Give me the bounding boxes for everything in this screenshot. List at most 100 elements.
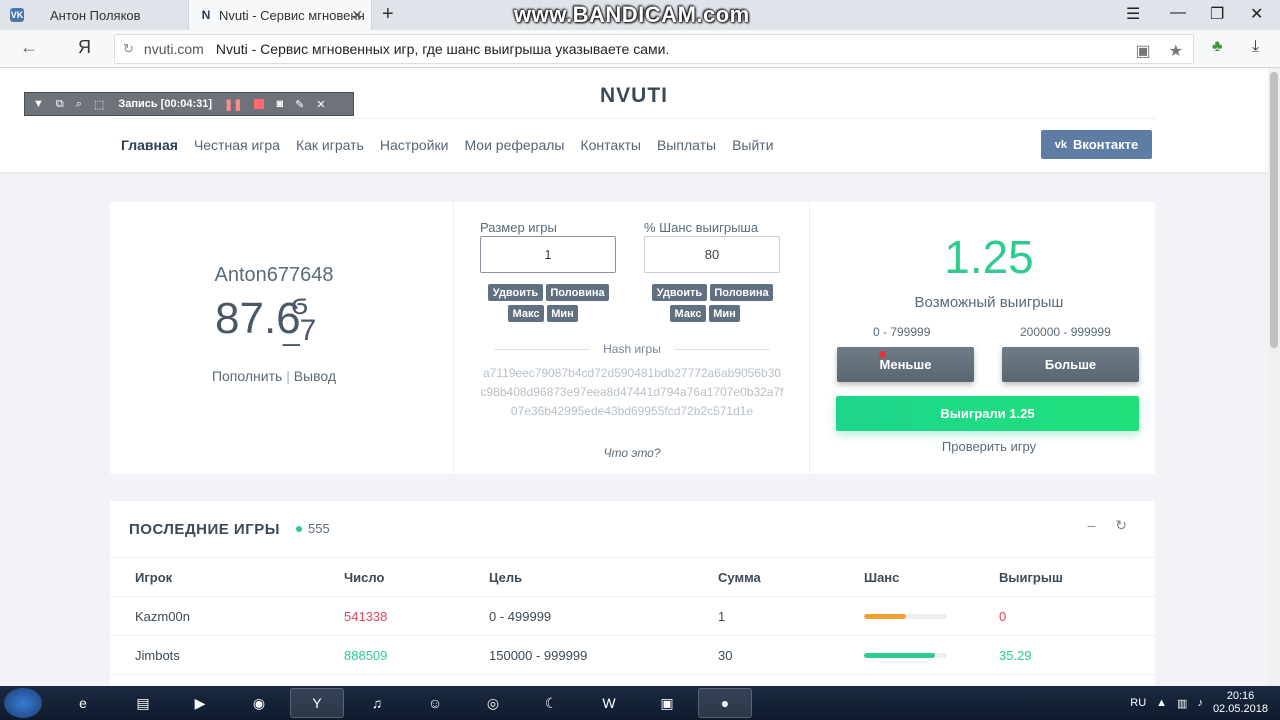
vk-button-label: Вконтакте — [1073, 137, 1139, 152]
search-icon[interactable]: ⌕ — [76, 98, 82, 111]
url-field[interactable]: ↻ nvuti.com Nvuti - Сервис мгновенных иг… — [114, 34, 1194, 64]
tray-expand-icon[interactable]: ▲ — [1156, 697, 1167, 709]
extension-icon[interactable]: ♣ — [1212, 38, 1223, 56]
protect-icon[interactable]: ▣ — [1136, 41, 1151, 61]
result-value: 1.25 — [1009, 406, 1035, 421]
multiplier: 1.25 — [944, 231, 1034, 283]
url-page-title: Nvuti - Сервис мгновенных игр, где шанс … — [215, 41, 670, 57]
close-window-icon[interactable]: ✕ — [1250, 4, 1263, 24]
row-player: Jimbots — [135, 648, 180, 663]
camera-icon[interactable]: ◙ — [276, 98, 283, 110]
back-arrow-icon[interactable]: ← — [20, 37, 38, 58]
table-row: Kazm00n 541338 0 - 499999 1 0 — [110, 597, 1155, 636]
bet-half-button[interactable]: Половина — [546, 284, 609, 301]
minimize-icon[interactable]: — — [1170, 4, 1186, 22]
collapse-icon[interactable]: – — [1087, 517, 1095, 534]
chance-max-button[interactable]: Макс — [670, 305, 706, 322]
language-indicator[interactable]: RU — [1130, 697, 1146, 709]
vk-button[interactable]: vk Вконтакте — [1041, 130, 1152, 159]
terminal-icon[interactable]: ▣ — [640, 688, 694, 718]
row-number: 888509 — [344, 648, 388, 663]
nav-how-to-play[interactable]: Как играть — [296, 137, 364, 153]
username: Anton677648 — [214, 264, 334, 286]
bet-min-button[interactable]: Мин — [547, 305, 578, 322]
game-hash: a7119eec79087b4cd72d590481bdb27772a6ab90… — [480, 366, 784, 418]
window-icon[interactable]: ⧉ — [56, 98, 64, 111]
tab-label: Антон Поляков — [50, 7, 141, 23]
nav-referrals[interactable]: Мои рефералы — [464, 137, 564, 153]
nav-logout[interactable]: Выйти — [732, 137, 773, 153]
start-button[interactable] — [4, 688, 42, 718]
nav-fair-game[interactable]: Честная игра — [194, 137, 280, 153]
chance-min-button[interactable]: Мин — [709, 305, 740, 322]
music-app-icon[interactable]: ♫ — [350, 688, 404, 718]
close-icon[interactable]: ✕ — [316, 98, 325, 111]
region-icon[interactable]: ⬚ — [94, 98, 104, 111]
page-scrollbar[interactable] — [1268, 68, 1280, 686]
game-card: Anton677648 87.6 ϭ _7 Пополнить | Вывод … — [110, 202, 1155, 474]
bet-size-input[interactable]: 1 — [480, 236, 616, 273]
yandex-logo[interactable]: Я — [78, 37, 91, 58]
page-content: NVUTI Главная Честная игра Как играть На… — [0, 68, 1268, 686]
row-chance-bar — [864, 614, 947, 619]
bandicam-record-icon[interactable]: ● — [698, 688, 752, 718]
refresh-icon[interactable]: ↻ — [1115, 517, 1127, 534]
more-button[interactable]: Больше — [1002, 347, 1139, 382]
result-banner: Выиграли 1.25 — [836, 396, 1139, 431]
yandex-browser-icon[interactable]: Y — [290, 688, 344, 718]
dropdown-icon[interactable]: ▼ — [33, 98, 44, 110]
tab-vk[interactable]: VK Антон Поляков — [0, 0, 186, 30]
connection-icon[interactable]: ↻ — [123, 41, 134, 57]
scrollbar-thumb[interactable] — [1270, 72, 1278, 348]
row-number: 541338 — [344, 609, 388, 624]
volume-icon[interactable]: ♪ — [1197, 697, 1203, 709]
bet-max-button[interactable]: Макс — [508, 305, 544, 322]
explorer-icon[interactable]: ▤ — [116, 688, 170, 718]
nav-home[interactable]: Главная — [121, 137, 178, 153]
less-button[interactable]: Меньше — [837, 347, 974, 382]
withdraw-link[interactable]: Вывод — [294, 368, 336, 384]
restore-icon[interactable]: ❐ — [1210, 4, 1224, 24]
header-win: Выигрыш — [999, 570, 1063, 585]
tab-nvuti[interactable]: N Nvuti - Сервис мгновенн ✕ — [188, 0, 372, 30]
close-tab-icon[interactable]: ✕ — [351, 7, 363, 24]
game-face-icon[interactable]: ☺ — [408, 688, 462, 718]
row-chance-bar — [864, 653, 947, 658]
chance-input[interactable]: 80 — [644, 236, 780, 273]
table-row: Jimbots 888509 150000 - 999999 30 35.29 — [110, 636, 1155, 675]
bookmark-star-icon[interactable]: ★ — [1169, 41, 1183, 61]
media-player-icon[interactable]: ▶ — [173, 688, 227, 718]
menu-icon[interactable]: ☰ — [1126, 4, 1140, 24]
chrome-icon[interactable]: ◉ — [232, 688, 286, 718]
bet-double-button[interactable]: Удвоить — [488, 284, 543, 301]
nav-payouts[interactable]: Выплаты — [657, 137, 716, 153]
what-is-this-link[interactable]: Что это? — [454, 446, 810, 460]
nav-settings[interactable]: Настройки — [380, 137, 449, 153]
header-number: Число — [344, 570, 385, 585]
discord-icon[interactable]: ◎ — [466, 688, 520, 718]
more-button-label: Больше — [1044, 357, 1097, 372]
moon-app-icon[interactable]: ☾ — [524, 688, 578, 718]
chance-half-button[interactable]: Половина — [710, 284, 773, 301]
online-count: 555 — [308, 521, 330, 536]
url-host: nvuti.com — [143, 41, 204, 57]
network-icon[interactable]: ▥ — [1177, 697, 1187, 710]
row-win: 35.29 — [999, 648, 1032, 663]
nav-contacts[interactable]: Контакты — [580, 137, 640, 153]
bet-size-label: Размер игры — [480, 220, 557, 235]
clock[interactable]: 20:16 02.05.2018 — [1213, 690, 1268, 716]
chance-double-button[interactable]: Удвоить — [652, 284, 707, 301]
user-panel: Anton677648 87.6 ϭ _7 Пополнить | Вывод — [110, 202, 454, 474]
download-icon[interactable]: ⤓ — [1252, 38, 1259, 56]
new-tab-button[interactable]: + — [382, 3, 394, 26]
row-target: 0 - 499999 — [489, 609, 552, 624]
browser-tab-bar: VK Антон Поляков N Nvuti - Сервис мгнове… — [0, 0, 1280, 30]
pause-icon[interactable]: ❚❚ — [224, 98, 242, 111]
pencil-icon[interactable]: ✎ — [295, 98, 304, 111]
stop-icon[interactable] — [254, 99, 265, 109]
verify-game-link[interactable]: Проверить игру — [810, 439, 1168, 454]
ie-icon[interactable]: e — [56, 688, 110, 718]
world-of-tanks-icon[interactable]: W — [582, 688, 636, 718]
bet-panel: Размер игры 1 % Шанс выигрыша 80 Удвоить… — [454, 202, 810, 474]
deposit-link[interactable]: Пополнить — [212, 368, 282, 384]
